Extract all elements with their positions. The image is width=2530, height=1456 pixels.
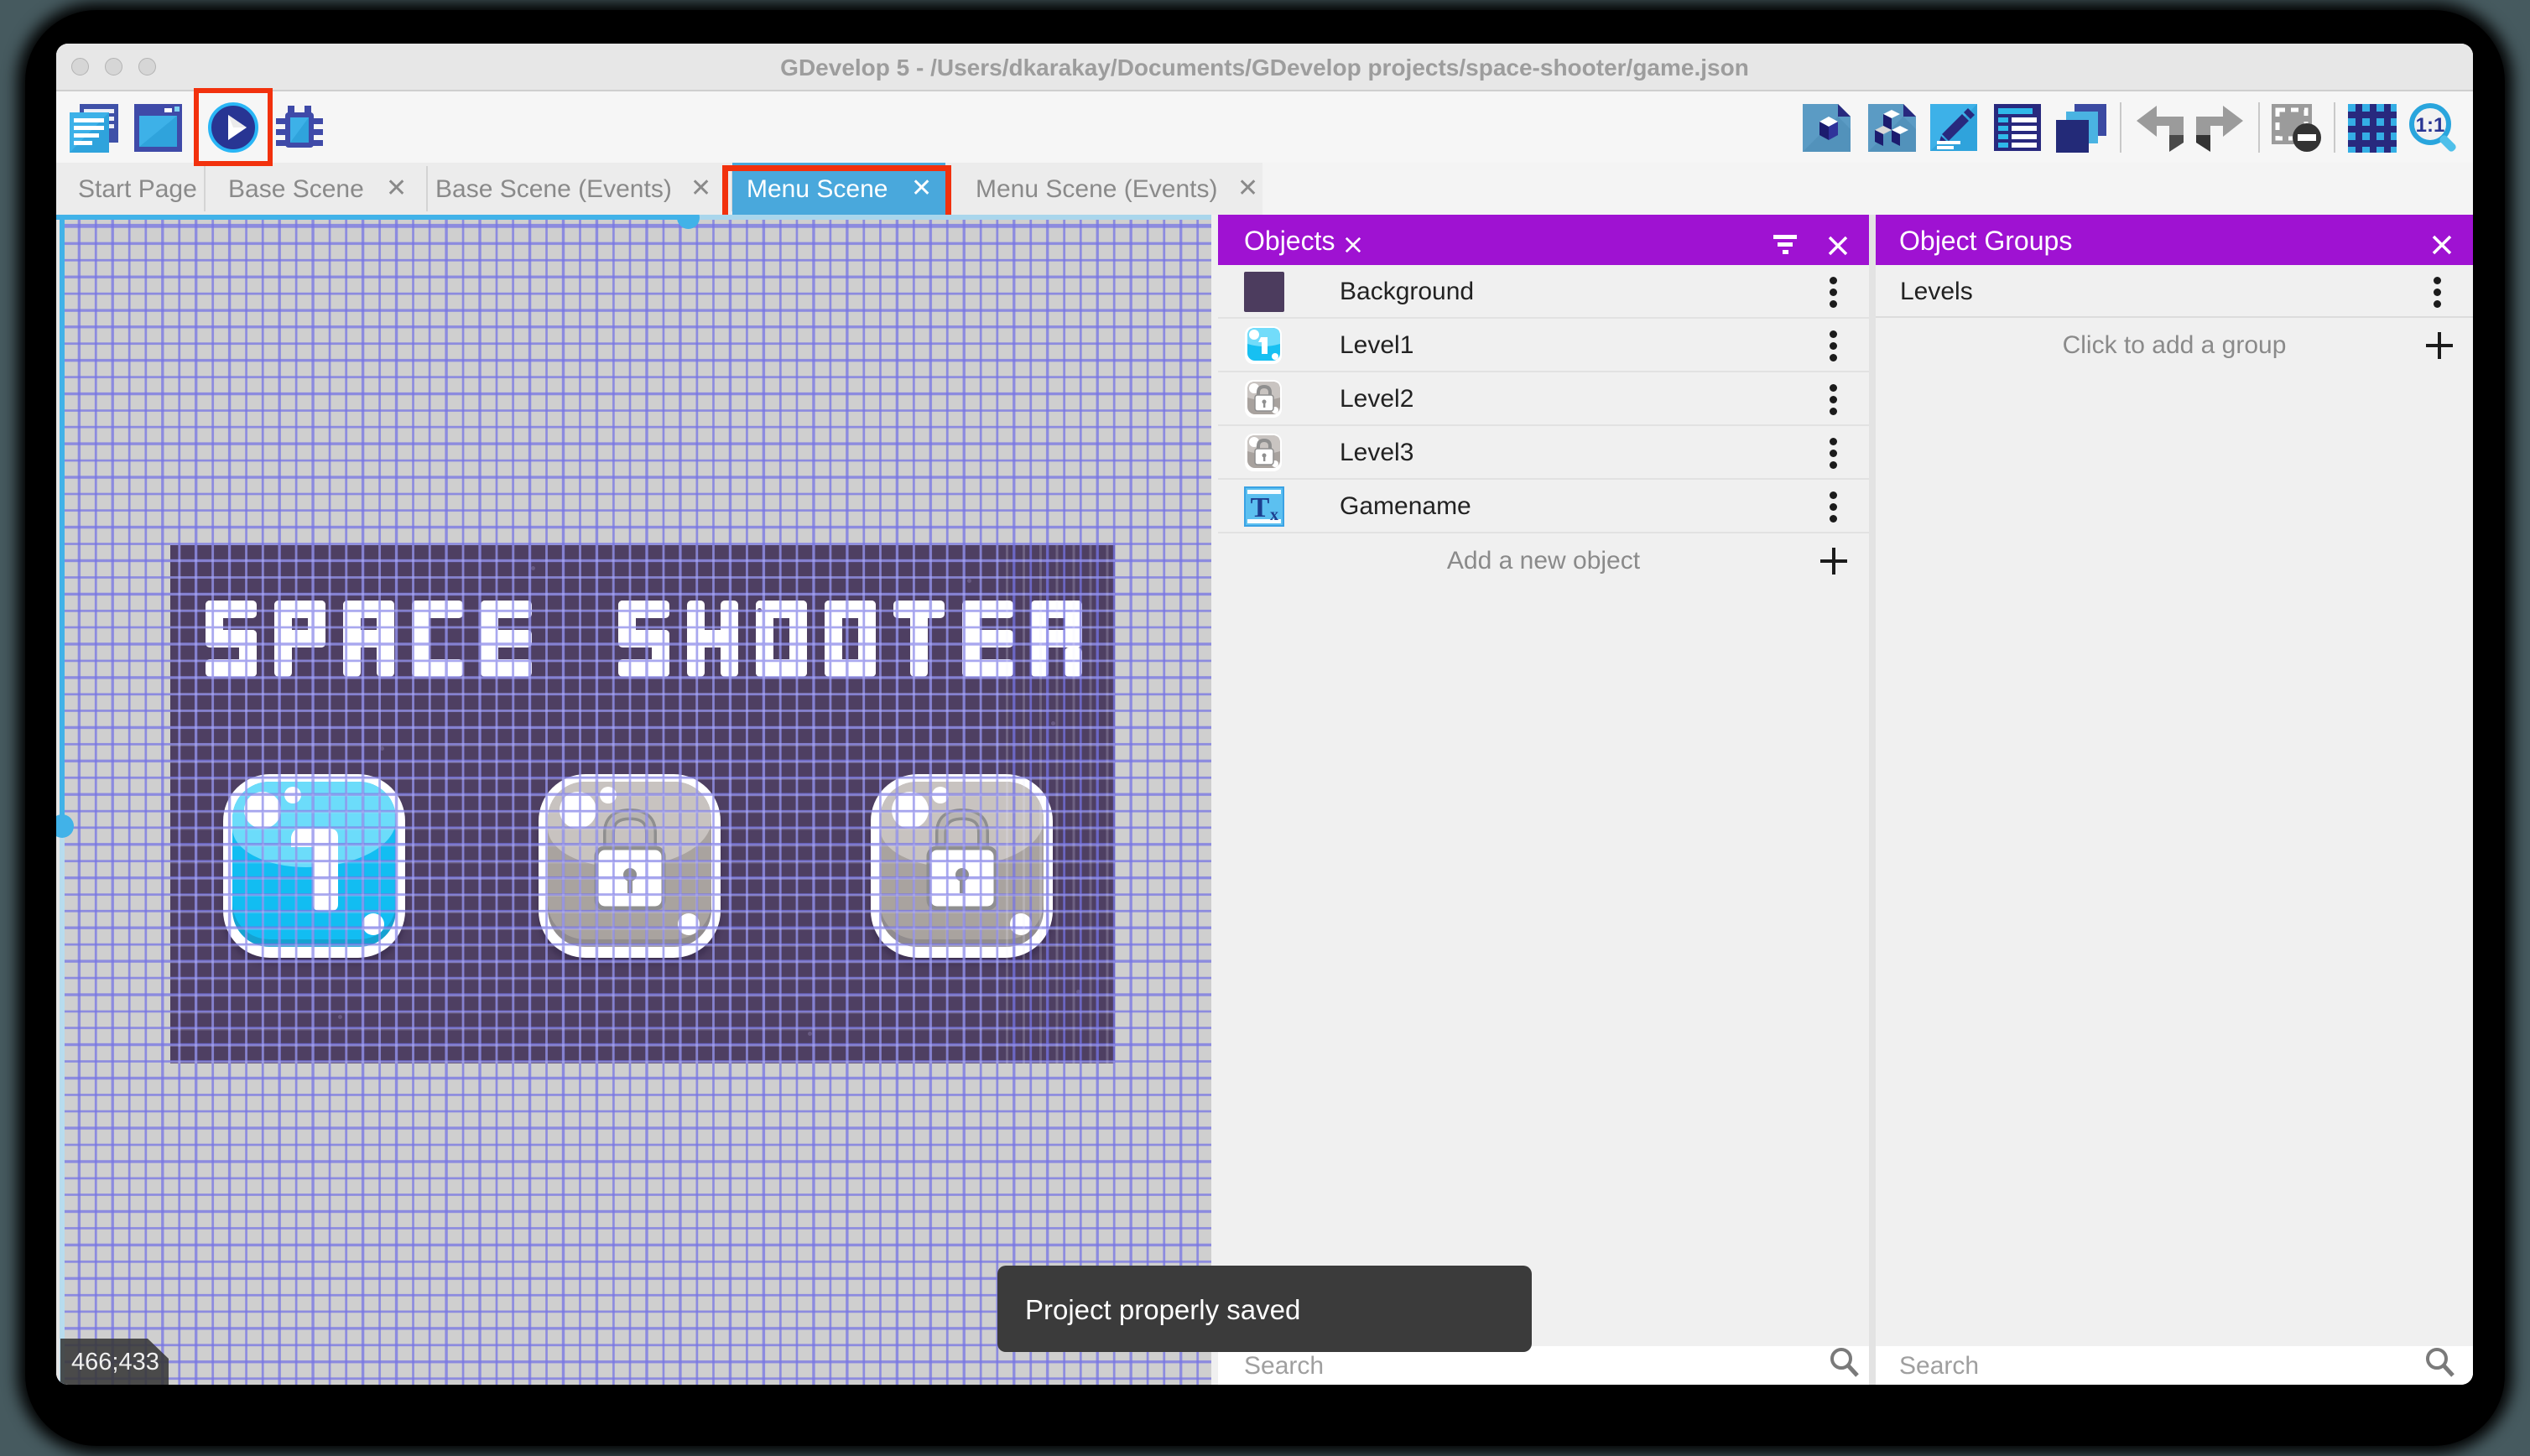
svg-text:1:1: 1:1 xyxy=(2416,114,2445,137)
svg-text:x: x xyxy=(1270,506,1278,524)
svg-text:T: T xyxy=(1251,492,1270,523)
